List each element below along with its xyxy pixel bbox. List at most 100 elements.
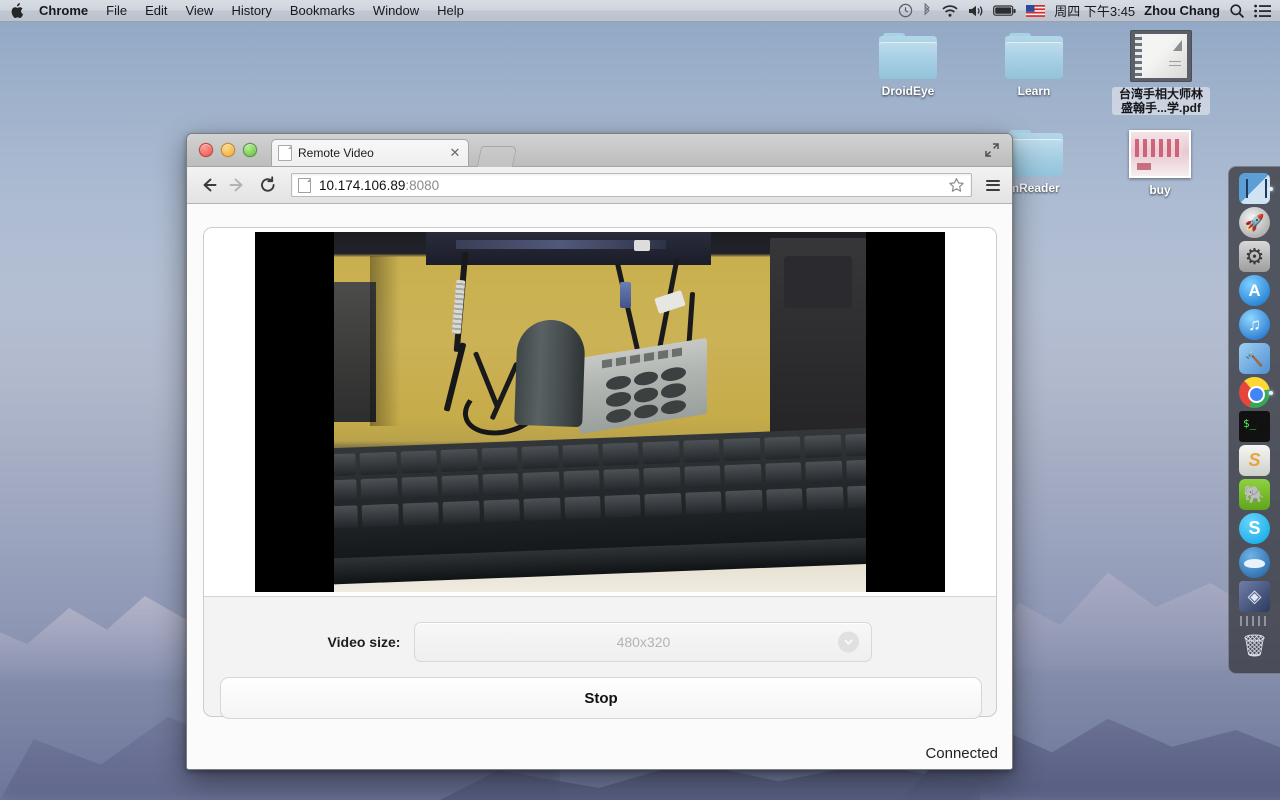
system-preferences-icon [1239, 241, 1270, 272]
video-stream-image [334, 232, 866, 592]
menu-item-view[interactable]: View [176, 0, 222, 21]
virtualbox-icon [1239, 581, 1270, 612]
battery-icon[interactable] [993, 4, 1017, 17]
dock-item-itunes[interactable] [1236, 308, 1274, 341]
close-icon[interactable]: ✕ [448, 146, 462, 160]
trash-icon [1239, 630, 1270, 661]
desktop-icon-buy[interactable]: buy [1112, 130, 1208, 197]
dock-item-sublime[interactable] [1236, 444, 1274, 477]
menu-item-bookmarks[interactable]: Bookmarks [281, 0, 364, 21]
desktop-icon-label: Learn [1017, 84, 1051, 98]
apple-logo-icon[interactable] [10, 2, 24, 19]
reload-icon[interactable] [255, 172, 281, 198]
menu-bar-username[interactable]: Zhou Chang [1144, 3, 1220, 18]
window-traffic-lights [199, 143, 257, 157]
folder-icon [879, 33, 937, 79]
search-icon[interactable] [1229, 3, 1245, 19]
desktop-icon-label: DroidEye [881, 84, 935, 98]
folder-icon [1005, 33, 1063, 79]
chevron-down-icon[interactable] [838, 631, 860, 653]
web-page-content: Video size: 480x320 Stop Connected [187, 204, 1012, 769]
dock-item-system-preferences[interactable] [1236, 240, 1274, 273]
folder-icon [1005, 130, 1063, 176]
dock-item-trash[interactable] [1236, 629, 1274, 662]
chrome-icon [1239, 377, 1270, 408]
dock-item-skype[interactable] [1236, 512, 1274, 545]
remote-video-card: Video size: 480x320 Stop [203, 227, 997, 719]
desktop-icon-label: buy [1149, 183, 1171, 197]
evernote-icon [1239, 479, 1270, 510]
notification-center-icon[interactable] [1254, 4, 1272, 18]
clock-icon[interactable] [898, 3, 913, 18]
dock-item-launchpad[interactable] [1236, 206, 1274, 239]
forward-arrow-icon[interactable] [225, 172, 251, 198]
stop-button[interactable]: Stop [220, 677, 982, 719]
menu-item-window[interactable]: Window [364, 0, 428, 21]
zoom-button[interactable] [243, 143, 257, 157]
pdf-file-icon [1130, 30, 1192, 82]
chrome-toolbar: 10.174.106.89:8080 [187, 167, 1012, 204]
video-player[interactable] [255, 232, 945, 592]
video-size-row: Video size: 480x320 [204, 622, 996, 662]
desktop-icon-label: 台湾手相大师林盛翰手...学.pdf [1112, 87, 1210, 115]
openoffice-icon [1239, 547, 1270, 578]
bookmark-star-icon[interactable] [948, 177, 965, 194]
launchpad-icon [1239, 207, 1270, 238]
chrome-browser-window: Remote Video ✕ 10.174.106.89:8080 Video … [186, 133, 1013, 770]
app-store-icon [1239, 275, 1270, 306]
bluetooth-icon[interactable] [922, 3, 932, 18]
desktop-icon-learn[interactable]: Learn [986, 33, 1082, 98]
dock-item-terminal[interactable] [1236, 410, 1274, 443]
macos-dock [1228, 166, 1280, 674]
video-size-select[interactable]: 480x320 [414, 622, 873, 662]
dock-item-chrome[interactable] [1236, 376, 1274, 409]
xcode-icon [1239, 343, 1270, 374]
image-file-icon [1129, 130, 1191, 178]
sublime-icon [1239, 445, 1270, 476]
us-flag-icon[interactable] [1026, 4, 1046, 17]
menu-item-help[interactable]: Help [428, 0, 473, 21]
tab-title: Remote Video [298, 146, 374, 160]
browser-tab[interactable]: Remote Video ✕ [271, 139, 469, 166]
video-size-label: Video size: [327, 634, 401, 650]
volume-icon[interactable] [968, 4, 984, 18]
skype-icon [1239, 513, 1270, 544]
menu-item-file[interactable]: File [97, 0, 136, 21]
menu-item-history[interactable]: History [222, 0, 280, 21]
menu-item-edit[interactable]: Edit [136, 0, 176, 21]
fullscreen-icon[interactable] [982, 140, 1002, 160]
desktop-screen: Chrome File Edit View History Bookmarks … [0, 0, 1280, 800]
dock-item-app-store[interactable] [1236, 274, 1274, 307]
desktop-icon-pdf[interactable]: 台湾手相大师林盛翰手...学.pdf [1112, 30, 1210, 115]
running-indicator [1268, 186, 1273, 191]
dock-item-finder[interactable] [1236, 172, 1274, 205]
dock-item-openoffice[interactable] [1236, 546, 1274, 579]
page-icon [278, 145, 292, 161]
video-pane [204, 228, 996, 596]
desktop-icon-droideye[interactable]: DroidEye [860, 33, 956, 98]
page-info-icon [298, 177, 311, 193]
itunes-icon [1239, 309, 1270, 340]
menu-bar-datetime[interactable]: 周四 下午3:45 [1054, 1, 1135, 20]
address-bar[interactable]: 10.174.106.89:8080 [291, 173, 972, 197]
video-size-value: 480x320 [616, 634, 671, 650]
back-arrow-icon[interactable] [195, 172, 221, 198]
chrome-tab-strip: Remote Video ✕ [187, 134, 1012, 167]
address-bar-url: 10.174.106.89:8080 [319, 178, 439, 193]
close-button[interactable] [199, 143, 213, 157]
terminal-icon [1239, 411, 1270, 442]
dock-item-evernote[interactable] [1236, 478, 1274, 511]
dock-separator [1239, 616, 1270, 626]
desktop-icon-label: mReader [1008, 181, 1060, 195]
dock-item-virtualbox[interactable] [1236, 580, 1274, 613]
hamburger-menu-icon[interactable] [982, 173, 1004, 197]
dock-item-xcode[interactable] [1236, 342, 1274, 375]
address-port: :8080 [405, 177, 440, 193]
connection-status: Connected [925, 745, 998, 762]
menu-item-chrome[interactable]: Chrome [30, 0, 97, 21]
minimize-button[interactable] [221, 143, 235, 157]
video-controls: Video size: 480x320 Stop [204, 596, 996, 719]
new-tab-button[interactable] [476, 146, 518, 167]
menu-bar-status-area: 周四 下午3:45 Zhou Chang [898, 1, 1280, 20]
wifi-icon[interactable] [941, 4, 959, 18]
